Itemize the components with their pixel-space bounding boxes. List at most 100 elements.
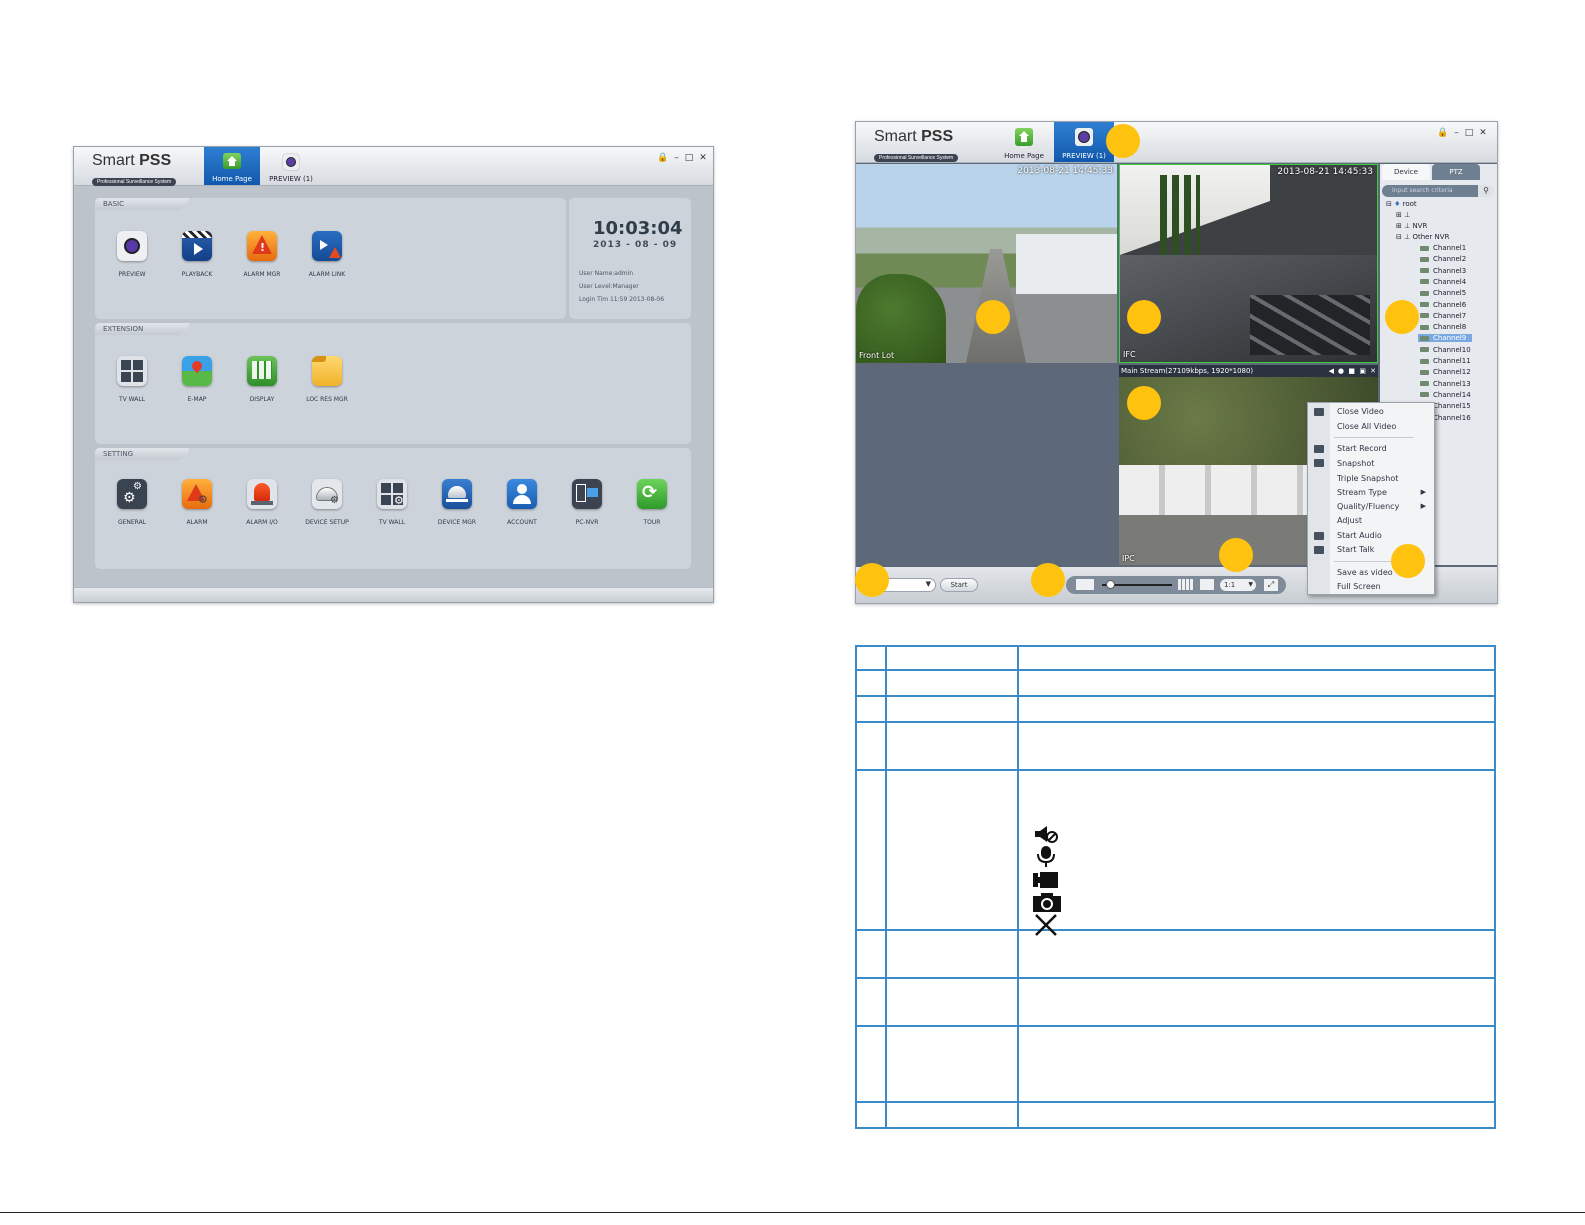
minimize-icon[interactable]: – (1454, 128, 1465, 138)
menu-start-talk[interactable]: Start Talk (1337, 545, 1374, 554)
tv-wall-setting-shortcut[interactable]: ⚙ TV WALL (357, 479, 427, 526)
app-logo: Smart PSS Professional Surveillance Syst… (92, 152, 177, 188)
pc-nvr-icon (572, 479, 602, 509)
video-4-record-icon[interactable]: ■ (1348, 365, 1355, 377)
tab-preview[interactable]: PREVIEW (1) (264, 147, 318, 185)
callout-marker (1106, 124, 1140, 158)
camera-icon (1420, 324, 1429, 330)
tree-channel[interactable]: Channel9 (1418, 334, 1473, 343)
camera-icon (1420, 290, 1429, 296)
video-window-3[interactable] (856, 365, 1117, 565)
minimize-icon[interactable]: – (674, 153, 685, 163)
menu-quality-fluency[interactable]: Quality/Fluency (1337, 502, 1399, 511)
tree-channel[interactable]: Channel1 (1420, 244, 1466, 252)
tree-channel[interactable]: Channel5 (1420, 289, 1466, 297)
device-setup-label: DEVICE SETUP (305, 519, 349, 526)
alarm-siren-icon (247, 479, 277, 509)
menu-full-screen[interactable]: Full Screen (1337, 582, 1381, 591)
maximize-icon[interactable]: □ (1465, 128, 1480, 138)
tree-channel[interactable]: Channel8 (1420, 323, 1466, 331)
tv-wall-shortcut[interactable]: TV WALL (97, 356, 167, 403)
tree-channel[interactable]: Channel7 (1420, 312, 1466, 320)
playback-shortcut[interactable]: PLAYBACK (162, 231, 232, 278)
search-icon[interactable]: ⚲ (1478, 185, 1494, 197)
alarm-link-shortcut[interactable]: ALARM LINK (292, 231, 362, 278)
close-icon[interactable]: ✕ (699, 153, 713, 163)
menu-adjust[interactable]: Adjust (1337, 516, 1362, 525)
video-window-1[interactable]: 2013-08-21 14:45:33 Front Lot (856, 164, 1117, 363)
preview-shortcut[interactable]: PREVIEW (97, 231, 167, 278)
menu-triple-snapshot[interactable]: Triple Snapshot (1337, 474, 1398, 483)
tree-channel[interactable]: Channel6 (1420, 301, 1466, 309)
tree-channel[interactable]: Channel10 (1420, 346, 1471, 354)
start-button[interactable]: Start (940, 578, 978, 592)
lock-icon[interactable]: 🔒 (1437, 128, 1454, 138)
menu-stream-type[interactable]: Stream Type (1337, 488, 1387, 497)
emap-shortcut[interactable]: E-MAP (162, 356, 232, 403)
pc-nvr-shortcut[interactable]: PC-NVR (552, 479, 622, 526)
fullscreen-icon[interactable]: ⤢ (1264, 579, 1278, 591)
dome-camera-settings-icon: ⚙ (312, 479, 342, 509)
channel-label: Channel11 (1433, 357, 1471, 365)
tree-node-blank[interactable]: ⊞ ⊥ (1396, 211, 1410, 219)
menu-snapshot[interactable]: Snapshot (1337, 459, 1374, 468)
channel-label: Channel5 (1433, 289, 1467, 298)
device-setup-shortcut[interactable]: ⚙ DEVICE SETUP (292, 479, 362, 526)
ratio-select[interactable]: 1:1 ▼ (1220, 579, 1256, 591)
video-window-2[interactable]: 2013-08-21 14:45:33 IFC (1119, 164, 1378, 363)
menu-close-video[interactable]: Close Video (1337, 407, 1384, 416)
maximize-icon[interactable]: □ (685, 153, 700, 163)
tree-channel[interactable]: Channel2 (1420, 255, 1466, 263)
close-x-icon (1035, 914, 1057, 936)
account-shortcut[interactable]: ACCOUNT (487, 479, 557, 526)
tree-root[interactable]: ⊟ ♦ root (1386, 200, 1417, 208)
menu-save-as-video[interactable]: Save as video (1337, 568, 1393, 577)
grid-view-icon[interactable] (1178, 579, 1194, 590)
search-input[interactable]: Input search criteria (1382, 185, 1478, 197)
zoom-slider-handle[interactable] (1106, 580, 1115, 589)
panel-tab-device[interactable]: Device (1382, 164, 1430, 180)
video-4-mute-icon[interactable]: ◀ (1329, 365, 1334, 377)
tab-home-page[interactable]: Home Page (996, 122, 1052, 162)
menu-close-all-video[interactable]: Close All Video (1337, 422, 1396, 431)
channel-label: Channel12 (1433, 368, 1471, 377)
menu-start-audio[interactable]: Start Audio (1337, 531, 1382, 540)
loc-res-mgr-shortcut[interactable]: LOC RES MGR (292, 356, 362, 403)
tree-channel[interactable]: Channel4 (1420, 278, 1466, 286)
tree-node-nvr[interactable]: ⊞ ⊥ NVR (1396, 222, 1427, 230)
general-shortcut[interactable]: ⚙ ⚙ GENERAL (97, 479, 167, 526)
alarm-shortcut[interactable]: ⚙ ALARM (162, 479, 232, 526)
tree-channel[interactable]: Channel14 (1420, 391, 1471, 399)
tree-node-other-nvr[interactable]: ⊟ ⊥ Other NVR (1396, 233, 1449, 241)
video-4-close-icon[interactable]: ✕ (1370, 365, 1376, 377)
callout-marker (1219, 538, 1253, 572)
callout-marker (1031, 563, 1065, 597)
close-icon[interactable]: ✕ (1479, 128, 1493, 138)
lock-icon[interactable]: 🔒 (657, 153, 674, 163)
split-layout-icon[interactable] (1076, 579, 1094, 590)
alarm-mgr-shortcut[interactable]: ! ALARM MGR (227, 231, 297, 278)
menu-start-record[interactable]: Start Record (1337, 444, 1387, 453)
basic-panel: BASIC PREVIEW PLAYBACK ! ALARM MGR ALARM… (95, 198, 566, 319)
video-4-mic-icon[interactable]: ● (1338, 365, 1344, 377)
tv-wall-setting-label: TV WALL (378, 519, 406, 526)
tab-preview[interactable]: PREVIEW (1) (1054, 122, 1114, 162)
panel-tab-ptz[interactable]: PTZ (1432, 164, 1480, 180)
callout-marker (1127, 386, 1161, 420)
display-shortcut[interactable]: DISPLAY (227, 356, 297, 403)
tree-channel[interactable]: Channel12 (1420, 368, 1471, 376)
device-mgr-shortcut[interactable]: DEVICE MGR (422, 479, 492, 526)
tv-wall-icon (117, 356, 147, 386)
tree-nvr-icon: ⊥ (1404, 222, 1411, 230)
callout-marker (1385, 300, 1419, 334)
tree-channel[interactable]: Channel13 (1420, 380, 1471, 388)
account-user-icon (507, 479, 537, 509)
video-4-snapshot-icon[interactable]: ▣ (1359, 365, 1366, 377)
user-level: User Level:Manager (579, 283, 639, 290)
alarm-io-shortcut[interactable]: ALARM I/O (227, 479, 297, 526)
tour-shortcut[interactable]: ⟳ TOUR (617, 479, 687, 526)
custom-layout-icon[interactable] (1200, 579, 1214, 590)
tree-channel[interactable]: Channel3 (1420, 267, 1466, 275)
tab-home-page[interactable]: Home Page (204, 147, 260, 185)
tree-channel[interactable]: Channel11 (1420, 357, 1471, 365)
